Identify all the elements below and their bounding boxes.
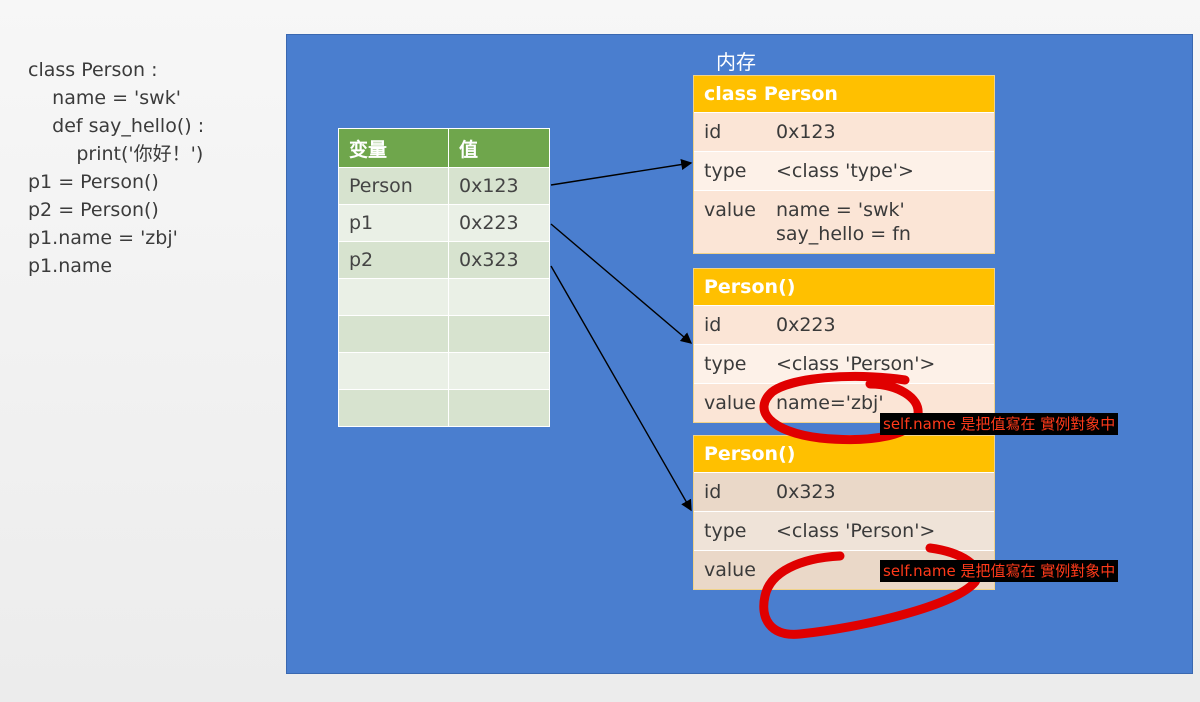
code-panel: class Person : name = 'swk' def say_hell… [28,56,278,280]
object-value-label: value [704,199,756,221]
object-type-row: type <class 'type'> [694,151,994,190]
table-row [338,315,550,353]
table-row [338,389,550,427]
code-line: p1 = Person() [28,171,159,193]
object-value-line: name = 'swk' [776,199,905,221]
object-box-class-person: class Person id 0x123 type <class 'type'… [693,75,995,254]
variable-table: 变量 值 Person 0x123 p1 0x223 p2 0x323 [338,128,550,427]
object-type-label: type [704,353,747,375]
object-value-label: value [704,559,756,581]
object-id-row: id 0x223 [694,305,994,344]
object-id-label: id [704,121,722,143]
table-row [338,352,550,390]
variable-value [448,389,550,427]
annotation-note: self.name 是把值寫在 實例對象中 [880,560,1119,582]
table-row: Person 0x123 [338,167,550,205]
object-type-value: <class 'type'> [776,160,914,182]
object-value-label: value [704,392,756,414]
object-id-label: id [704,481,722,503]
object-type-value: <class 'Person'> [776,353,936,375]
table-row: p2 0x323 [338,241,550,279]
variable-name: Person [338,167,449,205]
object-id-value: 0x123 [776,121,836,143]
object-id-value: 0x323 [776,481,836,503]
variable-name [338,278,449,316]
object-value-row: value name = 'swk' say_hello = fn [694,190,994,253]
object-type-row: type <class 'Person'> [694,511,994,550]
column-header-value: 值 [448,128,550,168]
variable-name: p1 [338,204,449,242]
code-line: p1.name = 'zbj' [28,227,178,249]
object-id-row: id 0x123 [694,112,994,151]
code-line: p2 = Person() [28,199,159,221]
object-value-line: name='zbj' [776,392,884,414]
variable-value [448,352,550,390]
variable-name: p2 [338,241,449,279]
object-type-value: <class 'Person'> [776,520,936,542]
variable-name [338,389,449,427]
table-row: p1 0x223 [338,204,550,242]
column-header-variable: 变量 [338,128,449,168]
code-line: name = 'swk' [28,87,181,109]
object-id-label: id [704,314,722,336]
object-type-label: type [704,160,747,182]
variable-value: 0x123 [448,167,550,205]
object-box-person-p1: Person() id 0x223 type <class 'Person'> … [693,268,995,423]
memory-title: 内存 [716,50,756,74]
variable-value: 0x323 [448,241,550,279]
object-header: Person() [694,436,994,472]
variable-value: 0x223 [448,204,550,242]
variable-value [448,315,550,353]
object-type-row: type <class 'Person'> [694,344,994,383]
code-line: class Person : [28,59,158,81]
code-line: print('你好！') [28,143,204,165]
object-id-value: 0x223 [776,314,836,336]
table-row [338,278,550,316]
code-line: p1.name [28,255,113,277]
object-type-label: type [704,520,747,542]
annotation-note: self.name 是把值寫在 實例對象中 [880,413,1119,435]
object-header: Person() [694,269,994,305]
variable-name [338,315,449,353]
object-header: class Person [694,76,994,112]
object-id-row: id 0x323 [694,472,994,511]
object-value-content: name = 'swk' say_hello = fn [776,191,994,253]
object-value-line: say_hello = fn [776,223,911,245]
variable-name [338,352,449,390]
table-header-row: 变量 值 [338,128,550,168]
variable-value [448,278,550,316]
code-line: def say_hello() : [28,115,205,137]
